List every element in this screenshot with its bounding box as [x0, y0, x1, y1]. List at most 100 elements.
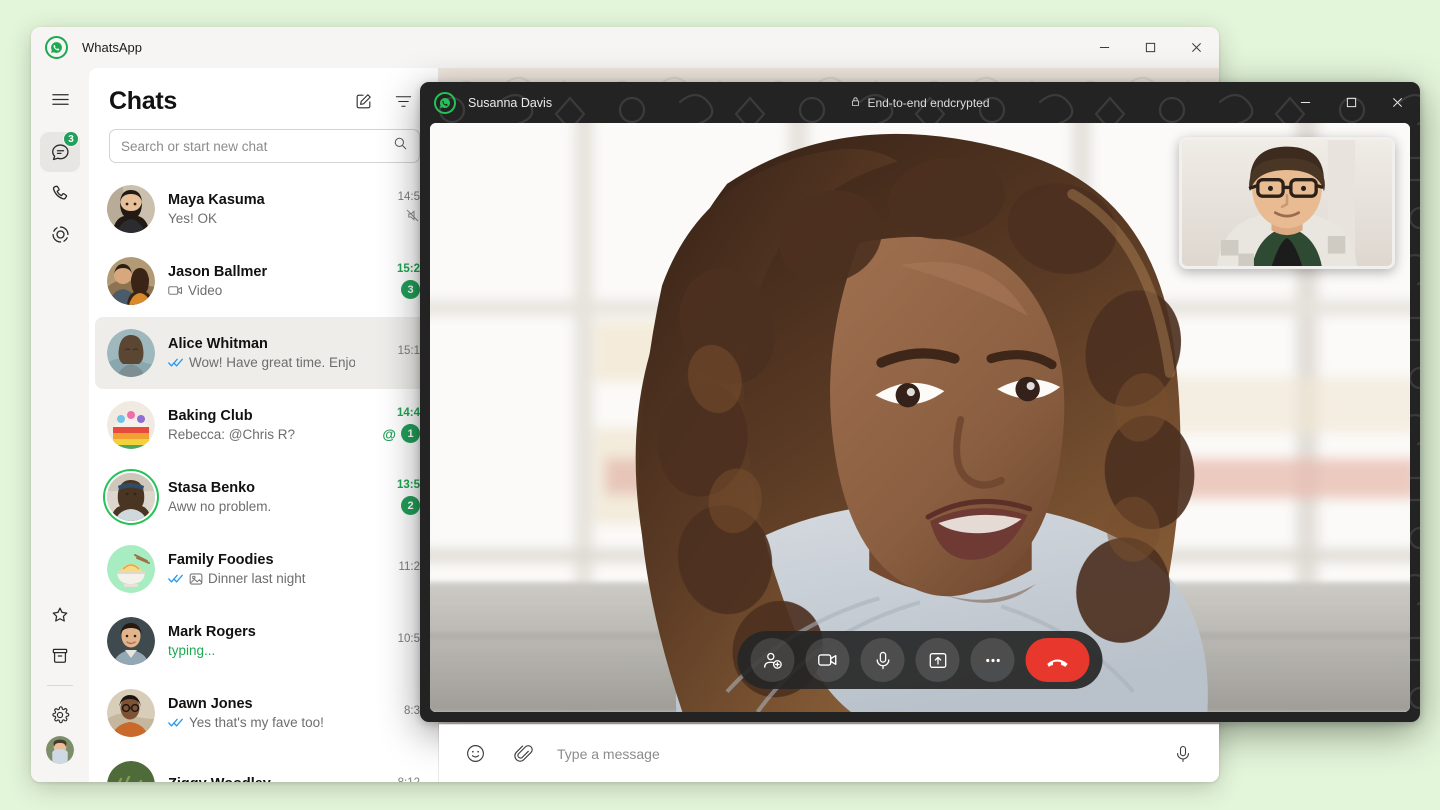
chat-name: Stasa Benko [168, 480, 256, 496]
call-stage [430, 123, 1410, 712]
unread-badge: 1 [401, 424, 420, 443]
lock-icon [850, 96, 861, 110]
chat-row[interactable]: Alice Whitman Wow! Have great time. Enjo… [95, 317, 432, 389]
message-input[interactable] [557, 745, 1149, 762]
avatar[interactable] [107, 617, 155, 665]
screen-share-icon[interactable] [915, 638, 960, 682]
self-view-pip[interactable] [1179, 137, 1395, 269]
sidebar-item-status[interactable] [40, 214, 80, 254]
rail-divider [47, 685, 73, 686]
chat-preview: Yes! OK [168, 211, 355, 226]
avatar[interactable] [107, 329, 155, 377]
chat-row[interactable]: Mark Rogers typing... 10:5 [95, 605, 432, 677]
message-composer [439, 724, 1219, 782]
chat-preview-text: Wow! Have great time. Enjoy. [189, 355, 355, 370]
microphone-icon[interactable] [1169, 740, 1197, 768]
chat-time: 10:5 [397, 632, 420, 645]
avatar[interactable] [107, 689, 155, 737]
chat-preview: typing... [168, 643, 355, 658]
chat-time: 14:4 [396, 407, 420, 419]
avatar[interactable] [107, 401, 155, 449]
chat-name: Alice Whitman [168, 336, 268, 352]
encryption-label: End-to-end endcrypted [867, 95, 990, 110]
sidebar-item-chats[interactable]: 3 [40, 131, 80, 172]
minimize-icon[interactable] [1282, 82, 1328, 123]
chat-meta: 11:2 [368, 561, 420, 578]
search-icon [393, 136, 408, 156]
avatar[interactable] [107, 185, 155, 233]
main-window-controls [1081, 27, 1219, 68]
chat-time: 15:1 [397, 344, 420, 357]
chat-row-main: Stasa Benko Aww no problem. [168, 480, 355, 514]
maximize-icon[interactable] [1328, 82, 1374, 123]
search-box[interactable] [109, 129, 420, 163]
chat-preview-text: Aww no problem. [168, 499, 272, 514]
chat-preview-text: Yes! OK [168, 211, 218, 226]
video-camera-icon[interactable] [805, 638, 850, 682]
call-control-bar[interactable] [737, 631, 1103, 689]
starred-icon[interactable] [40, 595, 80, 635]
chat-row-main: Dawn Jones Yes that's my fave too! [168, 696, 355, 730]
chat-preview-text: Yes that's my fave too! [189, 715, 324, 730]
chat-preview-text: Dinner last night [208, 571, 306, 586]
chat-meta-row: 3 [401, 280, 420, 299]
archive-icon[interactable] [40, 636, 80, 676]
search-input[interactable] [121, 138, 393, 154]
app-title: WhatsApp [82, 40, 142, 55]
chat-preview: Yes that's my fave too! [168, 715, 355, 730]
chat-meta: 14:4 @1 [368, 407, 420, 443]
more-options-icon[interactable] [970, 638, 1015, 682]
search-area [89, 124, 438, 173]
chat-name: Dawn Jones [168, 696, 253, 712]
microphone-icon[interactable] [860, 638, 905, 682]
chat-list-panel: Chats Search or start new chat Maya Kasu… [89, 68, 439, 782]
chat-preview: Aww no problem. [168, 499, 355, 514]
chat-row[interactable]: Dawn Jones Yes that's my fave too! 8:3 [95, 677, 432, 749]
close-icon[interactable] [1173, 27, 1219, 68]
chat-list[interactable]: Maya Kasuma Yes! OK 14:5 Jason Ballmer V… [89, 173, 438, 782]
chat-row-main: Ziggy Woodley [168, 776, 355, 783]
paperclip-icon[interactable] [509, 740, 537, 768]
close-icon[interactable] [1374, 82, 1420, 123]
chat-preview-text: typing... [168, 643, 216, 658]
new-chat-icon[interactable] [346, 84, 380, 118]
end-call-icon[interactable] [1025, 638, 1090, 682]
chat-meta-row: 2 [401, 496, 420, 515]
read-receipt-icon [168, 717, 184, 728]
chat-preview: Video [168, 283, 355, 298]
minimize-icon[interactable] [1081, 27, 1127, 68]
chat-row[interactable]: Baking Club Rebecca: @Chris R? 14:4 @1 [95, 389, 432, 461]
emoji-smiley-icon[interactable] [461, 740, 489, 768]
chat-time: 14:5 [397, 190, 420, 203]
avatar[interactable] [107, 761, 155, 782]
video-call-window: Susanna Davis End-to-end endcrypted [420, 82, 1420, 722]
chat-time: 8:3 [404, 704, 420, 717]
add-person-icon[interactable] [750, 638, 795, 682]
chat-meta: 15:1 [368, 345, 420, 362]
avatar[interactable] [107, 545, 155, 593]
chat-row[interactable]: Jason Ballmer Video 15:2 3 [95, 245, 432, 317]
chat-row[interactable]: Family Foodies Dinner last night 11:2 [95, 533, 432, 605]
whatsapp-logo-icon [45, 36, 68, 59]
mention-icon: @ [382, 425, 396, 442]
chat-preview-text: Video [188, 283, 223, 298]
profile-avatar[interactable] [46, 736, 74, 764]
hamburger-menu-icon[interactable] [40, 79, 80, 119]
chat-preview: Dinner last night [168, 571, 355, 586]
avatar[interactable] [107, 257, 155, 305]
sidebar-item-calls[interactable] [40, 173, 80, 213]
maximize-icon[interactable] [1127, 27, 1173, 68]
chat-row[interactable]: Stasa Benko Aww no problem. 13:5 2 [95, 461, 432, 533]
chat-meta: 13:5 2 [368, 479, 420, 515]
settings-gear-icon[interactable] [40, 695, 80, 735]
chat-row[interactable]: Maya Kasuma Yes! OK 14:5 [95, 173, 432, 245]
chat-preview: Rebecca: @Chris R? [168, 427, 355, 442]
chat-row-main: Family Foodies Dinner last night [168, 552, 355, 586]
unread-badge: 2 [401, 496, 420, 515]
chat-name: Jason Ballmer [168, 264, 268, 280]
call-titlebar: Susanna Davis End-to-end endcrypted [420, 82, 1420, 123]
chat-time: 8:12 [398, 777, 420, 783]
chat-row[interactable]: Ziggy Woodley 8:12 [95, 749, 432, 782]
filter-chats-icon[interactable] [386, 84, 420, 118]
avatar[interactable] [107, 473, 155, 521]
